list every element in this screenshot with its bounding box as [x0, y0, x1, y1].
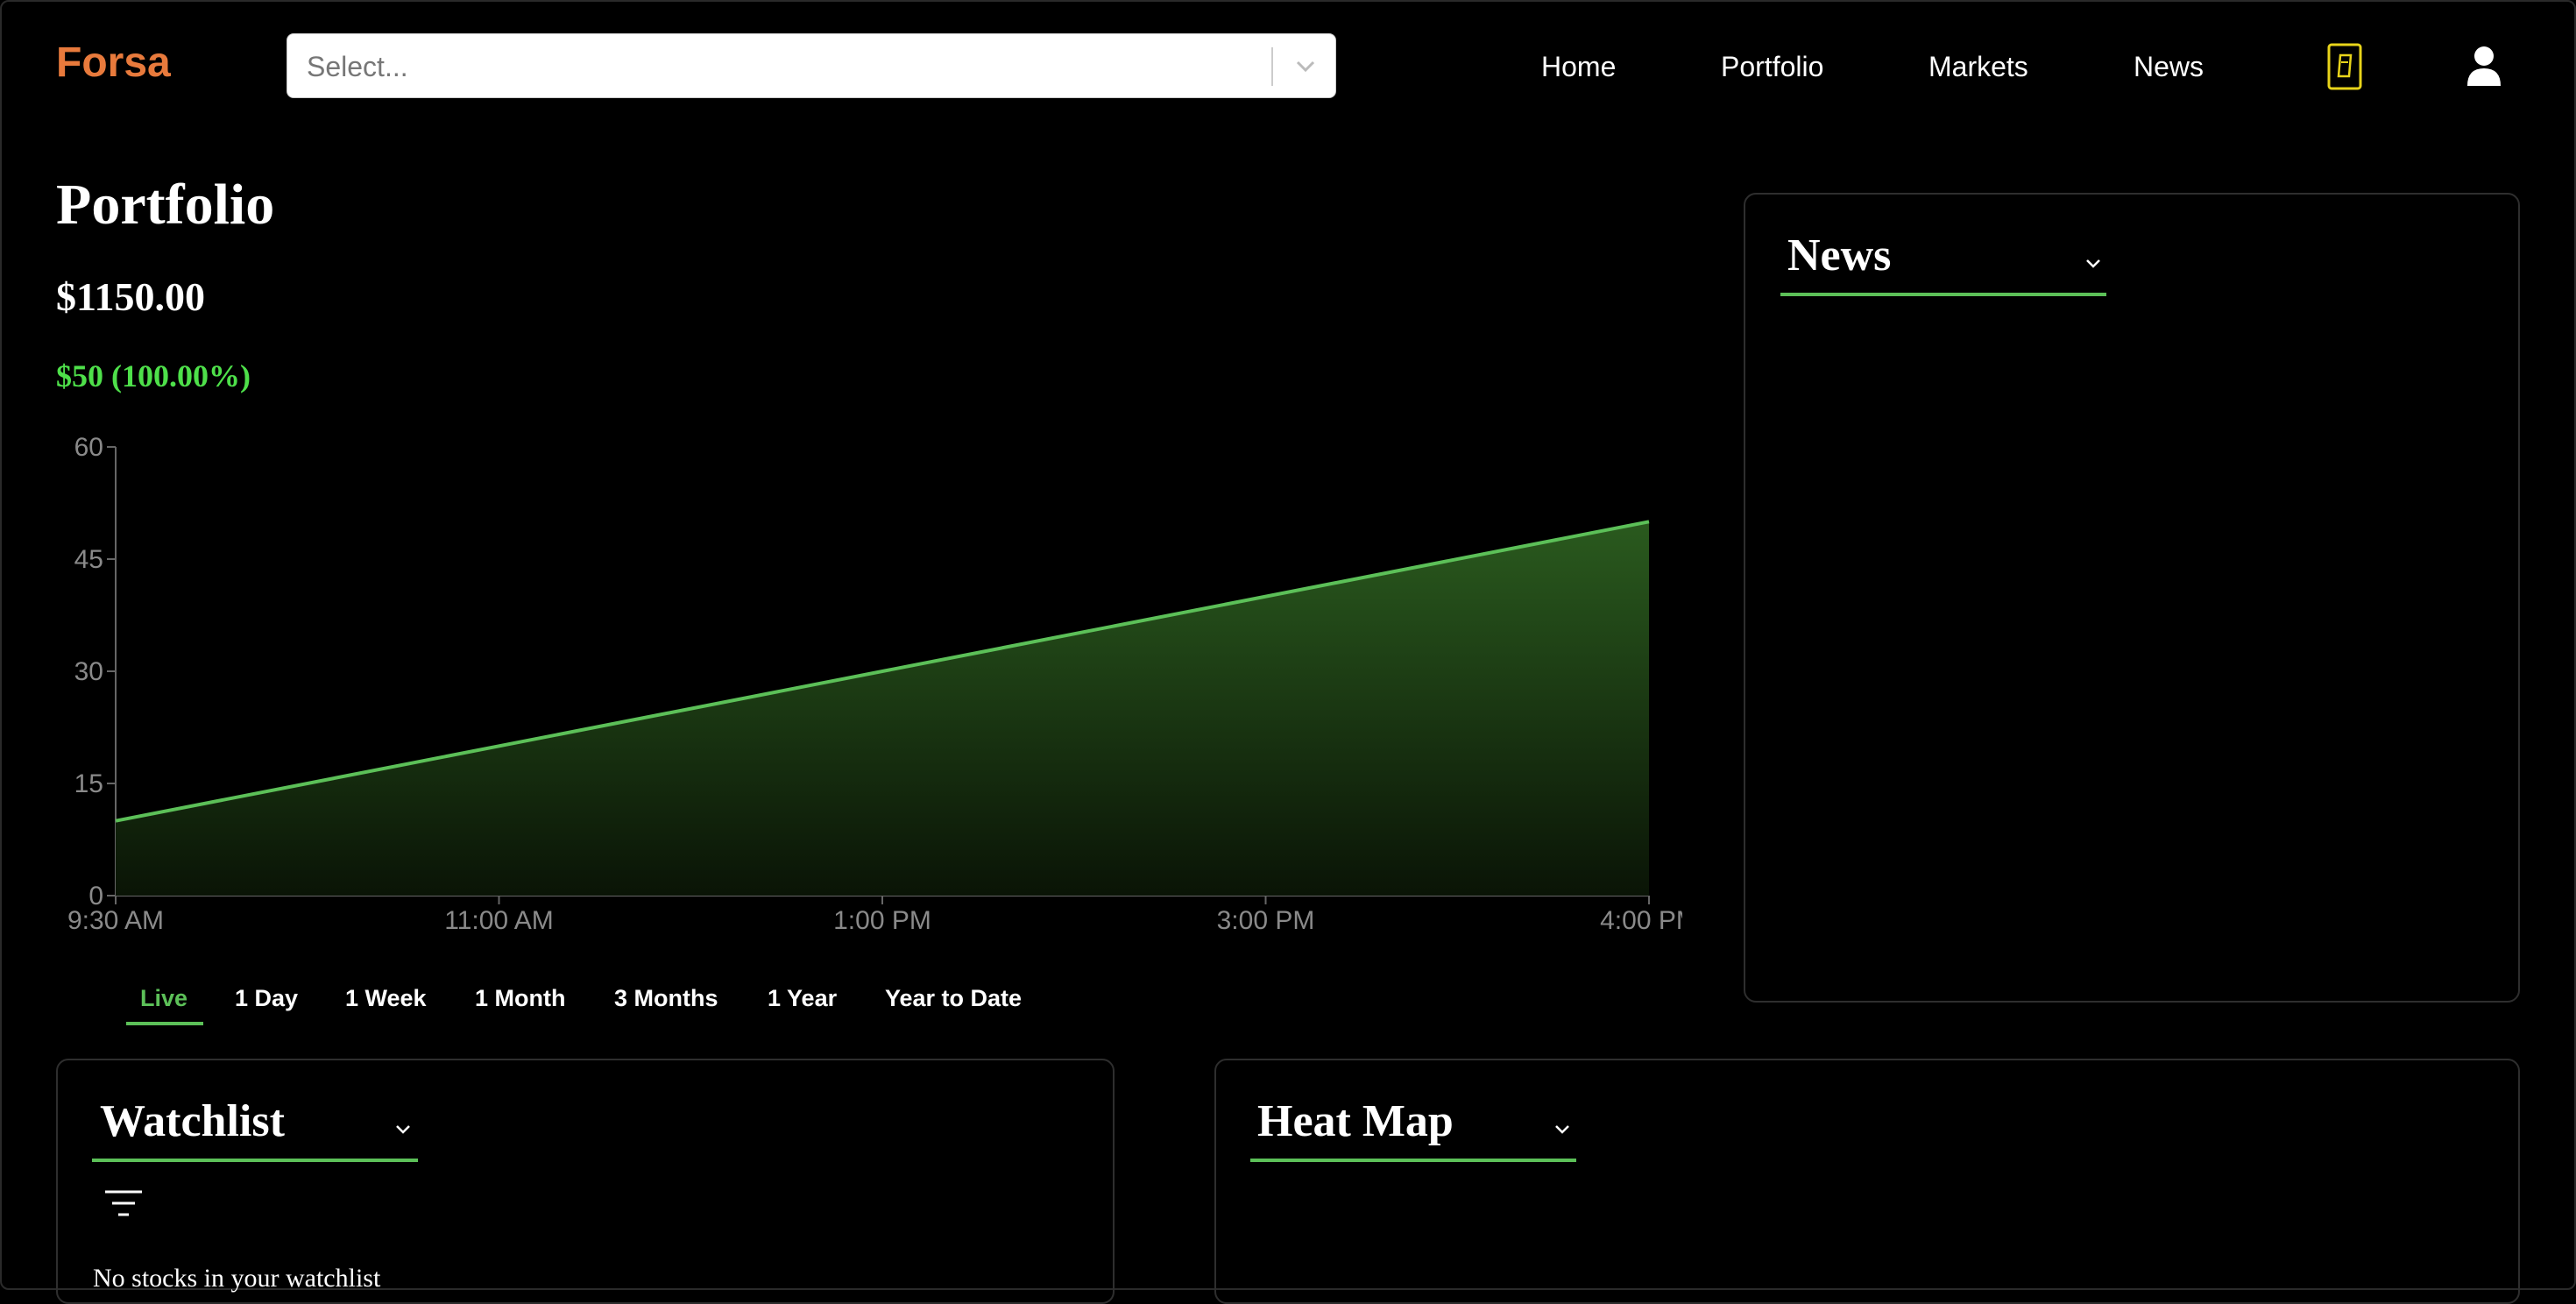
y-tick-label: 60	[74, 433, 103, 462]
x-tick-label: 4:00 PM	[1600, 906, 1682, 935]
filter-icon[interactable]	[103, 1187, 144, 1222]
range-1-day[interactable]: 1 Day	[235, 985, 298, 1012]
chevron-down-icon[interactable]	[1551, 1122, 1574, 1136]
book-icon[interactable]	[2327, 43, 2362, 90]
series-area	[116, 521, 1649, 896]
watchlist-panel-underline	[92, 1159, 418, 1162]
range-year-to-date[interactable]: Year to Date	[885, 985, 1022, 1012]
range-1-month[interactable]: 1 Month	[475, 985, 565, 1012]
x-tick-label: 3:00 PM	[1217, 906, 1315, 935]
range-1-week[interactable]: 1 Week	[345, 985, 427, 1012]
search-placeholder: Select...	[307, 51, 408, 82]
y-tick-label: 30	[74, 657, 103, 686]
range-live[interactable]: Live	[140, 985, 188, 1012]
nav-portfolio[interactable]: Portfolio	[1721, 51, 1823, 83]
y-tick-label: 15	[74, 769, 103, 798]
heatmap-panel-underline	[1250, 1159, 1576, 1162]
x-tick-label: 11:00 AM	[444, 906, 554, 935]
select-separator	[1271, 47, 1273, 86]
watchlist-panel-title[interactable]: Watchlist	[100, 1095, 285, 1147]
portfolio-chart: 0153045609:30 AM 11:00 AM 1:00 PM 3:00 PM 4:…	[67, 433, 1682, 935]
news-panel	[1744, 193, 2520, 1003]
range-3-months[interactable]: 3 Months	[614, 985, 718, 1012]
x-tick-label: 1:00 PM	[833, 906, 931, 935]
watchlist-empty-message: No stocks in your watchlist	[93, 1264, 381, 1293]
chevron-down-icon[interactable]	[2082, 256, 2105, 270]
y-tick-label: 45	[74, 545, 103, 574]
stock-search-select[interactable]: Select...	[287, 33, 1336, 98]
heatmap-panel-title[interactable]: Heat Map	[1257, 1095, 1454, 1147]
nav-home[interactable]: Home	[1541, 51, 1616, 83]
chevron-down-icon[interactable]	[392, 1122, 414, 1136]
chevron-down-icon[interactable]	[1291, 51, 1320, 81]
news-panel-title[interactable]: News	[1787, 230, 1891, 281]
portfolio-change: $50 (100.00%)	[56, 358, 251, 393]
range-1-year[interactable]: 1 Year	[768, 985, 837, 1012]
page-title: Portfolio	[56, 173, 275, 237]
logo[interactable]: Forsa	[56, 39, 171, 87]
x-tick-label: 9:30 AM	[67, 906, 164, 935]
portfolio-value: $1150.00	[56, 274, 205, 319]
news-panel-underline	[1780, 293, 2106, 296]
user-icon[interactable]	[2466, 46, 2502, 86]
nav-news[interactable]: News	[2134, 51, 2204, 83]
active-range-underline	[126, 1022, 203, 1025]
nav-markets[interactable]: Markets	[1928, 51, 2028, 83]
